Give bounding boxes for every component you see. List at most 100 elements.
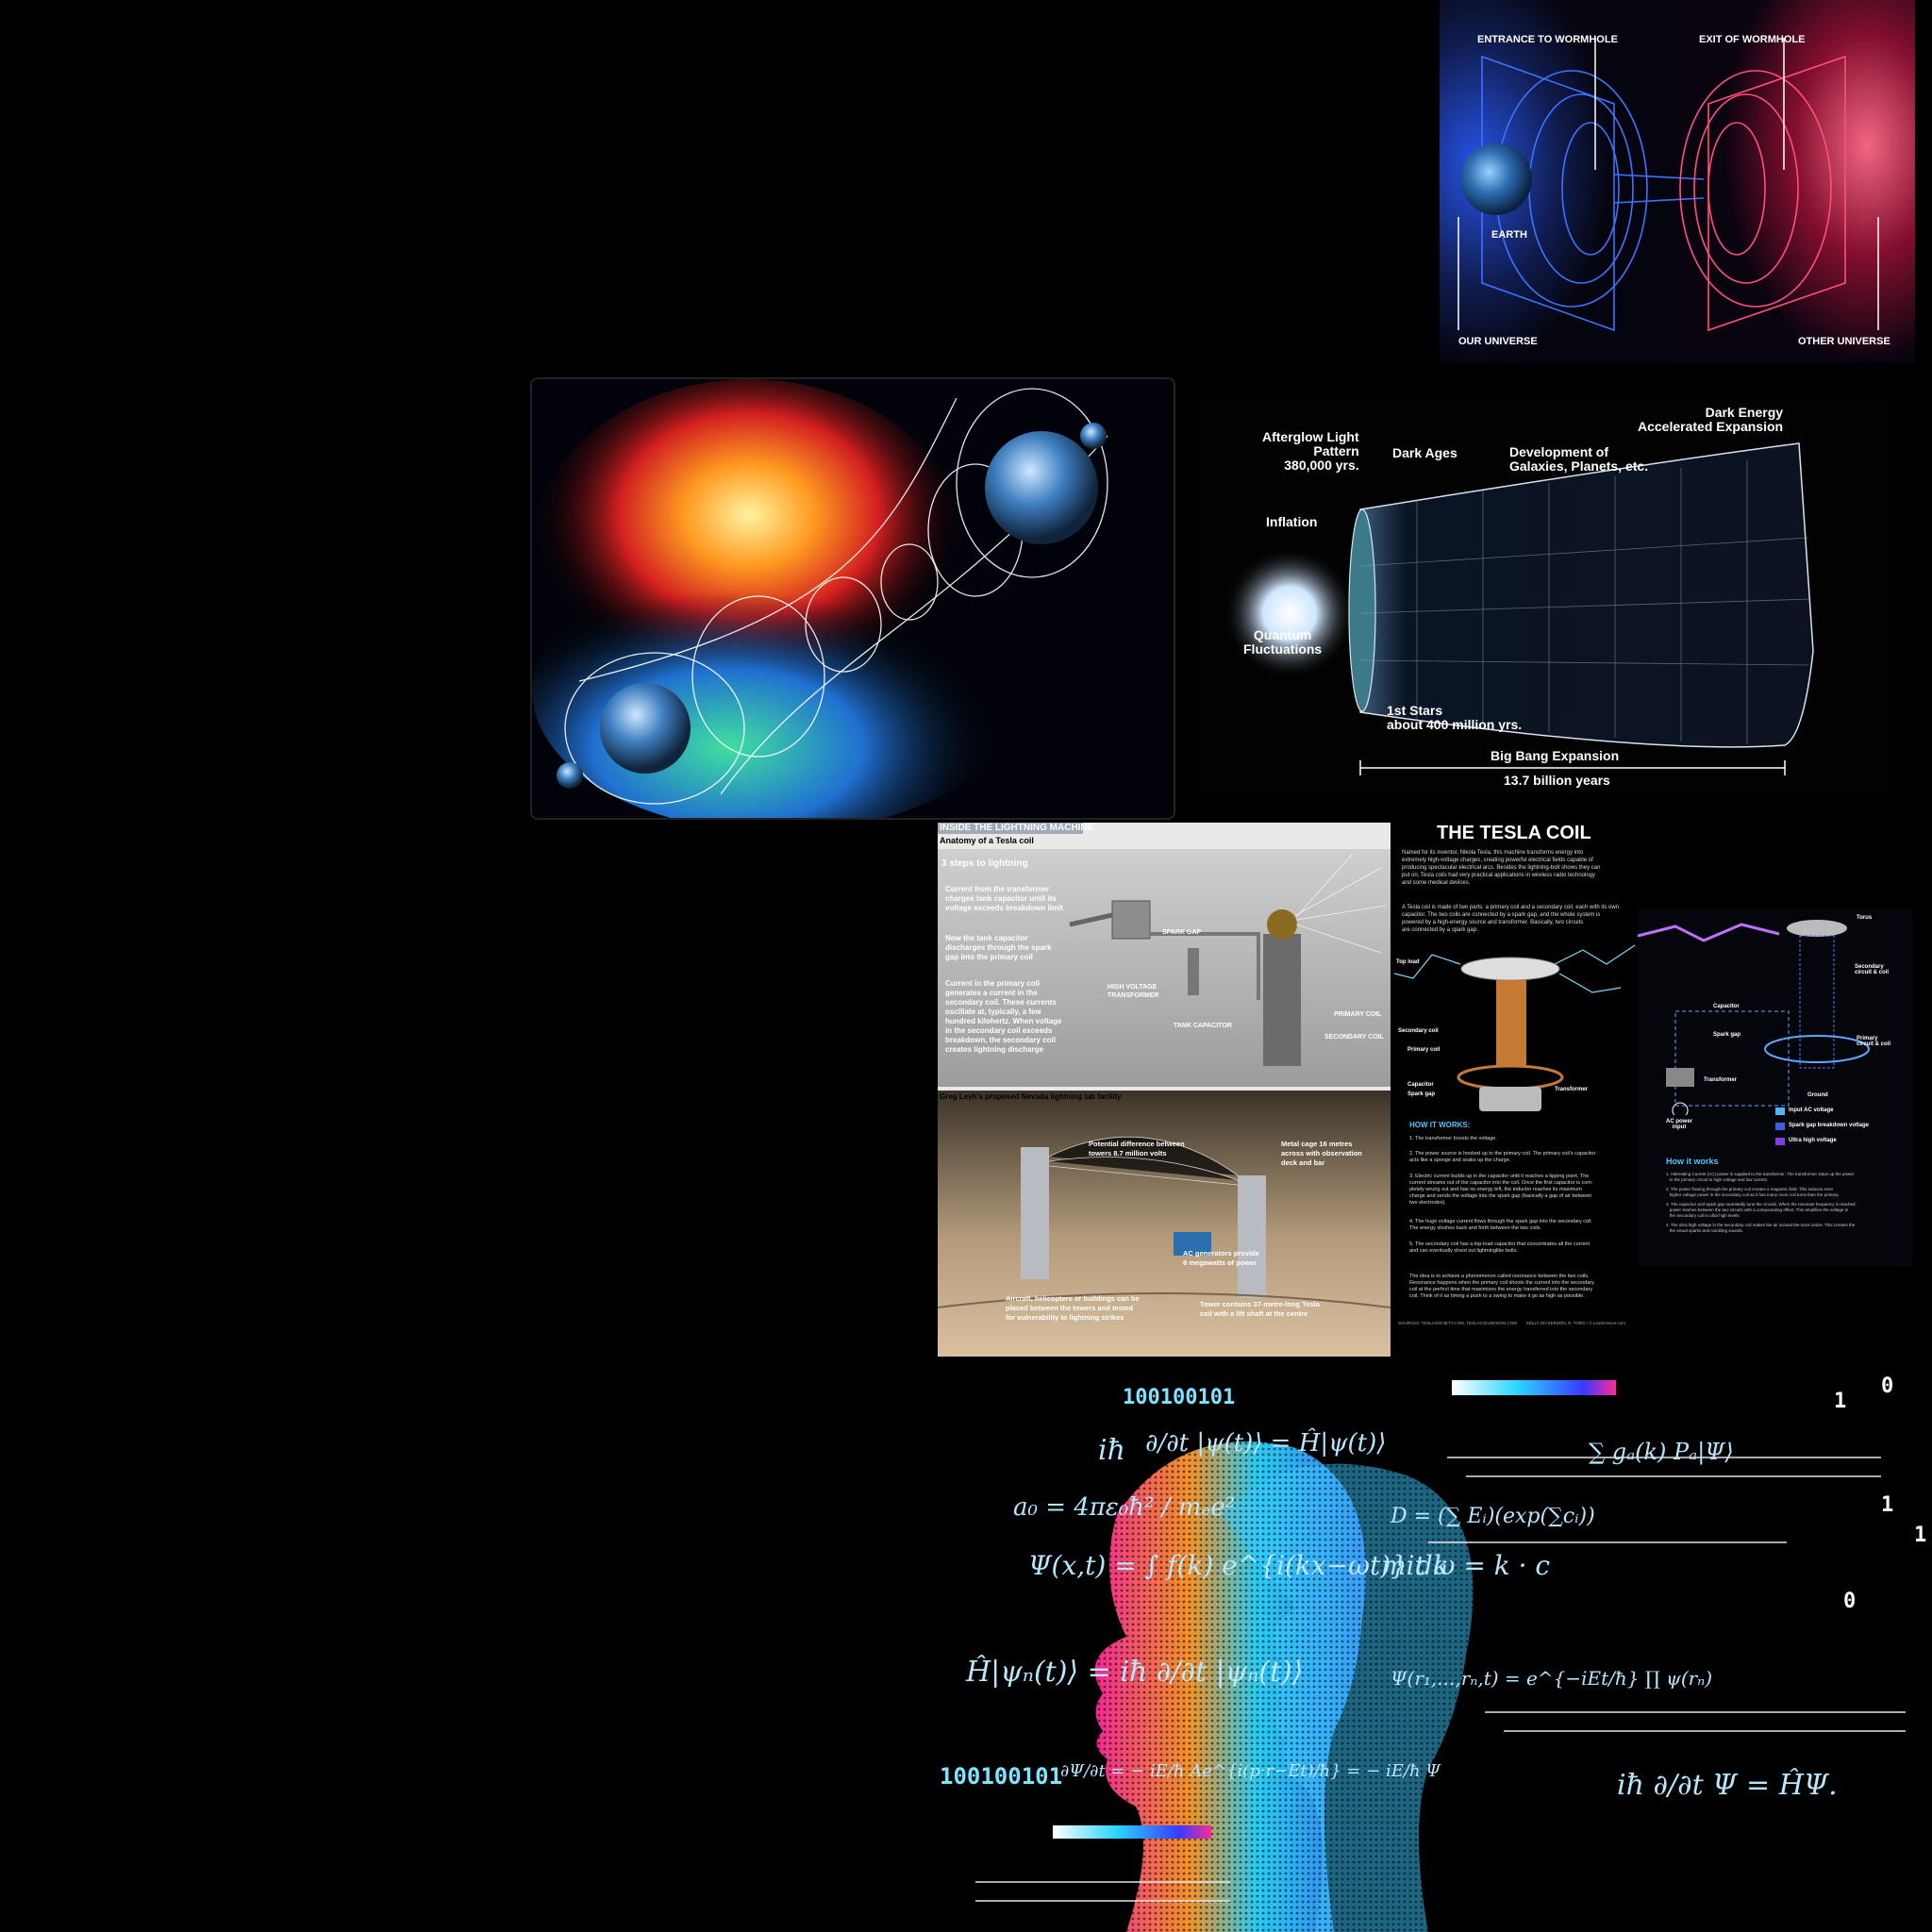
spark-gap-label: SPARK GAP [1162, 929, 1202, 936]
tesla-title: THE TESLA COIL [1437, 823, 1591, 843]
lab-note-aircraft: Aircraft, helicopters or buildings can b… [1006, 1294, 1140, 1322]
digit-0-top: 0 [1881, 1374, 1894, 1398]
legend-swatch-ultra [1775, 1138, 1785, 1145]
wormhole-illustration [1440, 0, 1915, 363]
tesla-coil-infographics: THE TESLA COIL Named for its inventor, N… [1394, 823, 1913, 1351]
hw-step-2: 2. The power flowing through the primary… [1666, 1187, 1840, 1197]
our-universe-label: OUR UNIVERSE [1458, 336, 1538, 347]
how-step-3: 3. Electric current builds up in the cap… [1409, 1174, 1593, 1206]
equation-product: Ψ(r₁,...,rₙ,t) = e^{−iEt/ħ} ∏ ψ(rₙ) [1391, 1667, 1713, 1690]
legend-input: Input AC voltage [1789, 1108, 1834, 1113]
binary-bottom: 100100101 [940, 1763, 1063, 1790]
how-step-1: 1. The transformer boosts the voltage. [1409, 1136, 1497, 1141]
lab-note-cage: Metal cage 16 metres across with observa… [1281, 1140, 1362, 1167]
step-3: Current in the primary coil generates a … [945, 979, 1062, 1054]
wormhole-infographic: ENTRANCE TO WORMHOLE EXIT OF WORMHOLE EA… [1440, 0, 1915, 363]
header: INSIDE THE LIGHTNING MACHINE [940, 823, 1094, 833]
digit-1-top: 1 [1834, 1390, 1847, 1413]
tesla-coil-explainer: THE TESLA COIL Named for its inventor, N… [1394, 823, 1638, 1351]
spark-gap-label-2: Spark gap [1407, 1091, 1436, 1097]
hw-step-1: 1. Alternating Current (AC) power is sup… [1666, 1172, 1855, 1182]
equation-schrodinger-prefix: iħ [1098, 1434, 1125, 1467]
duration-label: 13.7 billion years [1504, 773, 1610, 788]
other-universe-label: OTHER UNIVERSE [1798, 336, 1890, 347]
torus-label: Torus [1857, 915, 1873, 921]
gradient-bar-bottom [1053, 1825, 1211, 1839]
sources-text: SOURCES: TESLASOCIETY.COM, TESLACOILDESI… [1398, 1321, 1518, 1325]
capacitor2-label: Capacitor [1713, 1004, 1740, 1009]
hw-step-4: 4. The ultra high voltage in the seconda… [1666, 1223, 1856, 1233]
capacitor-label: Capacitor [1407, 1082, 1434, 1088]
how-step-2: 2. The power source is hooked up to the … [1409, 1151, 1596, 1163]
lab-title: Greg Leyh's proposed Nevada lightning la… [940, 1092, 1122, 1101]
tesla-coil-anatomy: INSIDE THE LIGHTNING MACHINE Anatomy of … [938, 823, 1391, 1357]
how-it-works-title-2: How it works [1666, 1157, 1719, 1166]
big-bang-timeline: Afterglow Light Pattern 380,000 yrs. Dar… [1181, 377, 1913, 816]
secondary-coil-label: SECONDARY COIL [1324, 1034, 1385, 1041]
dark-energy-label: Dark Energy Accelerated Expansion [1638, 405, 1784, 434]
steps-title: 3 steps to lightning [941, 858, 1028, 869]
planet-small [557, 762, 583, 789]
wormhole-art [530, 377, 1175, 820]
development-label: Development of Galaxies, Planets, etc. [1509, 444, 1649, 474]
quantum-fluctuations-label: Quantum Fluctuations [1243, 627, 1323, 657]
equation-time-derivative: ∂Ψ/∂t = − iE/ħ Ae^{i(p·r−Et)/ħ} = − iE/ħ… [1060, 1761, 1441, 1781]
spark-gap2-label: Spark gap [1713, 1032, 1741, 1038]
hw-step-3: 3. The capacitor and spark gap repeatedl… [1666, 1202, 1857, 1218]
equation-bohr-radius: a₀ = 4πε₀ħ² / mₑe² [1013, 1493, 1236, 1522]
equation-sum: ∑ gₐ(k) Pₐ|Ψ⟩ [1589, 1439, 1734, 1465]
transformer2-label: Transformer [1704, 1077, 1738, 1083]
digit-1-right: 1 [1914, 1524, 1927, 1547]
expansion-label: Big Bang Expansion [1491, 748, 1620, 763]
entrance-label: ENTRANCE TO WORMHOLE [1477, 34, 1618, 45]
planet-large [985, 431, 1098, 544]
hv-transformer-label: HIGH VOLTAGE TRANSFORMER [1108, 984, 1159, 999]
lab-note-tower: Tower contains 37-metre-long Tesla coil … [1200, 1300, 1320, 1318]
credit-text: KELLY DICKERSON, R. TORO / © LiveScience… [1526, 1321, 1626, 1325]
equation-hamiltonian: Ĥ|ψₙ(t)⟩ = iħ ∂/∂t |ψₙ(t)⟩ [966, 1656, 1304, 1689]
dark-ages-label: Dark Ages [1392, 445, 1457, 460]
inflation-label: Inflation [1266, 514, 1318, 529]
top-load-label: Top load [1396, 959, 1420, 965]
equation-exp: D = (∑ Eᵢ)(exp(∑cᵢ)) [1391, 1505, 1595, 1528]
earth-globe [1460, 143, 1532, 215]
how-step-5: 5. The secondary coil has a top-load cap… [1409, 1241, 1590, 1254]
step-1: Current from the transformer charges tan… [945, 885, 1063, 912]
lab-note-voltage: Potential difference between towers 8.7 … [1089, 1140, 1185, 1158]
ground-label: Ground [1807, 1092, 1828, 1098]
how-step-4: 4. The huge voltage current flows throug… [1409, 1219, 1593, 1231]
gradient-bar-top [1452, 1380, 1616, 1395]
transformer-label: Transformer [1555, 1087, 1589, 1092]
legend-swatch-input [1775, 1108, 1785, 1115]
lightning-discharge [1295, 853, 1387, 954]
circuit-diagram [1638, 920, 1870, 1115]
tesla-intro: Named for its inventor, Nikola Tesla, th… [1402, 850, 1601, 886]
how-it-works-title: HOW IT WORKS: [1409, 1121, 1471, 1129]
binary-top: 100100101 [1123, 1386, 1236, 1409]
tank-capacitor-label: TANK CAPACITOR [1174, 1023, 1232, 1029]
tesla-circuit-explainer: Torus Secondary circuit & coil Primary c… [1638, 908, 1913, 1266]
legend-spark: Spark gap breakdown voltage [1789, 1123, 1870, 1128]
quantum-head-art: 100100101 iħ ∂/∂t |ψ(t)⟩ = Ĥ|ψ(t)⟩ a₀ = … [938, 1373, 1932, 1932]
lab-note-generators: AC generators provide 8 megawatts of pow… [1183, 1249, 1259, 1267]
earth-label: EARTH [1491, 229, 1527, 241]
dotted-head-illustration [975, 1380, 1906, 1932]
equation-schrodinger-short: iħ ∂/∂t Ψ = ĤΨ. [1617, 1769, 1838, 1802]
afterglow-label: Afterglow Light Pattern 380,000 yrs. [1262, 429, 1359, 473]
secondary-circuit-label: Secondary circuit & coil [1855, 964, 1890, 975]
first-stars-label: 1st Stars about 400 million yrs. [1387, 703, 1523, 732]
wormhole-art-illustration [532, 379, 1174, 818]
moon-small [1080, 423, 1107, 449]
ac-input-label: AC power input [1666, 1119, 1693, 1130]
digit-0-right: 0 [1843, 1590, 1857, 1613]
legend-ultra: Ultra high voltage [1789, 1138, 1837, 1143]
resonance-text: The idea is to achieve a phenomenon call… [1409, 1274, 1594, 1299]
primary-coil-label-2: Primary coil [1407, 1047, 1441, 1053]
exit-label: EXIT OF WORMHOLE [1699, 34, 1806, 45]
equation-dispersion: mit ω = k · c [1381, 1550, 1551, 1581]
legend-swatch-spark [1775, 1123, 1785, 1130]
subheader: Anatomy of a Tesla coil [940, 836, 1034, 845]
planet-medium [600, 683, 691, 774]
digit-1-middle: 1 [1881, 1493, 1894, 1517]
tesla-parts: A Tesla coil is made of two parts: a pri… [1402, 905, 1619, 933]
